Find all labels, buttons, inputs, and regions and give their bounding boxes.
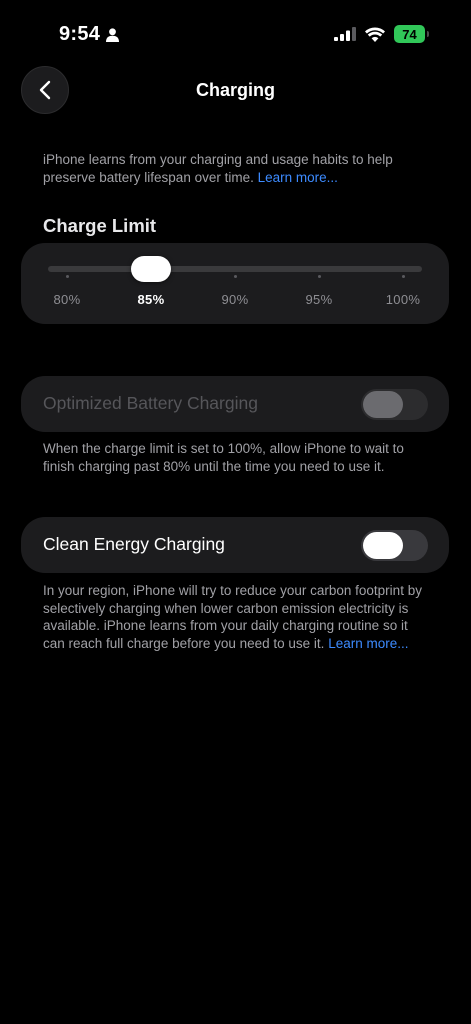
- charge-limit-title: Charge Limit: [43, 215, 157, 236]
- intro-text: iPhone learns from your charging and usa…: [43, 152, 393, 185]
- slider-option-80-label[interactable]: 80%: [37, 292, 97, 307]
- status-time: 9:54: [59, 23, 120, 46]
- slider-tick-dot: [318, 275, 321, 278]
- clean-energy-learn-more-link[interactable]: Learn more...: [328, 636, 408, 651]
- optimized-charging-description: When the charge limit is set to 100%, al…: [43, 441, 404, 474]
- slider-tick-dot: [402, 275, 405, 278]
- optimized-charging-label: Optimized Battery Charging: [43, 393, 258, 413]
- slider-option-90-label[interactable]: 90%: [205, 292, 265, 307]
- intro-description: iPhone learns from your charging and usa…: [43, 151, 433, 186]
- wifi-icon: [365, 27, 385, 42]
- page-title: Charging: [196, 80, 275, 100]
- clean-energy-toggle[interactable]: [361, 530, 428, 561]
- person-icon: [106, 27, 120, 42]
- optimized-charging-row[interactable]: Optimized Battery Charging: [21, 376, 449, 432]
- clean-energy-description: In your region, iPhone will try to reduc…: [43, 582, 433, 652]
- charge-limit-slider-card: 80% 85% 90% 95% 100%: [21, 243, 449, 324]
- battery-level: 74: [402, 26, 417, 42]
- slider-tick-dot: [66, 275, 69, 278]
- clean-energy-row[interactable]: Clean Energy Charging: [21, 517, 449, 573]
- slider-tick-dot: [234, 275, 237, 278]
- slider-option-95-label[interactable]: 95%: [289, 292, 349, 307]
- slider-option-85-label[interactable]: 85%: [121, 292, 181, 307]
- charging-settings-screen: 9:54 74 Charging iPhone learns from your: [0, 0, 471, 1024]
- toggle-knob: [363, 391, 403, 418]
- status-indicators: 74: [334, 25, 429, 43]
- optimized-charging-toggle[interactable]: [361, 389, 428, 420]
- clean-energy-label: Clean Energy Charging: [43, 534, 225, 554]
- status-time-text: 9:54: [59, 23, 101, 45]
- charge-limit-thumb[interactable]: [131, 256, 171, 282]
- toggle-knob: [363, 532, 403, 559]
- battery-icon: 74: [394, 25, 429, 43]
- cellular-signal-icon: [334, 27, 356, 41]
- learn-more-link[interactable]: Learn more...: [258, 170, 338, 185]
- charge-limit-track[interactable]: [48, 266, 422, 272]
- slider-option-100-label[interactable]: 100%: [373, 292, 433, 307]
